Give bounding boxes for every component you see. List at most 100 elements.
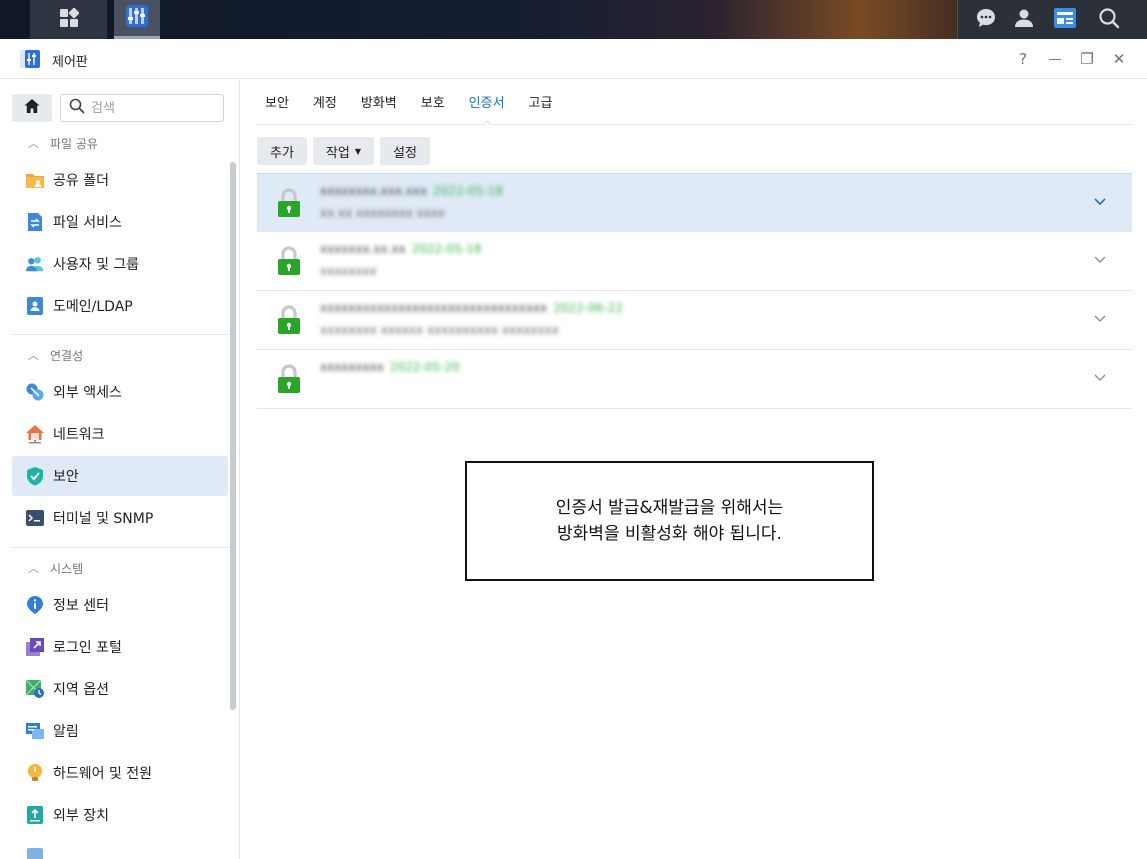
section-divider xyxy=(12,547,228,548)
sidebar-item-terminal-snmp[interactable]: 터미널 및 SNMP xyxy=(12,498,228,538)
sidebar-item-login-portal[interactable]: 로그인 포털 xyxy=(12,627,228,667)
section-header-system[interactable]: ︿ 시스템 xyxy=(12,551,228,585)
tab-security[interactable]: 보안 xyxy=(257,79,297,124)
certificate-name-text: xxxxxxxx.xxx.xxx xyxy=(320,184,428,198)
control-panel-app-icon xyxy=(124,3,150,33)
lock-icon xyxy=(277,188,301,222)
sidebar-item-external-access[interactable]: 외부 액세스 xyxy=(12,372,228,412)
sidebar-item-label: 하드웨어 및 전원 xyxy=(53,766,153,782)
sidebar-item-security[interactable]: 보안 xyxy=(12,456,228,496)
sidebar-item-label: 공유 폴더 xyxy=(53,173,109,189)
tab-certificate[interactable]: 인증서 xyxy=(461,79,513,126)
sidebar-item-label: 지역 옵션 xyxy=(53,682,109,698)
tab-account[interactable]: 계정 xyxy=(305,79,345,124)
user-button[interactable] xyxy=(1009,0,1039,39)
section-divider xyxy=(12,334,228,335)
taskbar-separator xyxy=(957,0,958,39)
sidebar-item-label: 도메인/LDAP xyxy=(53,299,133,315)
sidebar-item-shared-folder[interactable]: 공유 폴더 xyxy=(12,160,228,200)
chevron-down-icon[interactable] xyxy=(1092,370,1108,386)
help-button[interactable]: ? xyxy=(1013,49,1033,69)
notice-line-2: 방화벽을 비활성화 해야 됩니다. xyxy=(557,524,782,544)
security-shield-icon xyxy=(25,466,45,486)
home-icon xyxy=(23,97,41,119)
widgets-icon xyxy=(1053,7,1077,33)
tab-advanced[interactable]: 고급 xyxy=(521,79,561,124)
tab-protection[interactable]: 보호 xyxy=(413,79,453,124)
sidebar-item-domain-ldap[interactable]: 도메인/LDAP xyxy=(12,286,228,326)
chevron-up-icon: ︿ xyxy=(28,562,39,575)
main-menu-button[interactable] xyxy=(31,0,107,39)
sidebar-item-label: 외부 액세스 xyxy=(53,385,122,401)
sidebar-item-notification[interactable]: 알림 xyxy=(12,711,228,751)
section-header-connectivity[interactable]: ︿ 연결성 xyxy=(12,338,228,372)
taskbar-control-panel-button[interactable] xyxy=(114,0,160,39)
close-icon: ✕ xyxy=(1112,50,1126,68)
certificate-expiry: 2022-06-22 xyxy=(553,301,623,315)
search-icon xyxy=(69,98,85,118)
home-button[interactable] xyxy=(12,94,52,122)
certificate-description: xxxxxxxx xxxxxx xxxxxxxxxx xxxxxxxx xyxy=(320,323,559,337)
section-title: 파일 공유 xyxy=(50,136,98,151)
tab-bar: 보안 계정 방화벽 보호 인증서 고급 xyxy=(257,79,1132,126)
login-portal-icon xyxy=(25,637,45,657)
file-services-icon xyxy=(25,212,45,232)
taskbar-tray xyxy=(957,0,1147,39)
network-icon xyxy=(25,424,45,444)
info-center-icon xyxy=(25,595,45,615)
search-input[interactable] xyxy=(91,100,211,116)
domain-ldap-icon xyxy=(25,296,45,316)
section-title: 시스템 xyxy=(50,561,84,576)
settings-button[interactable]: 설정 xyxy=(380,137,430,165)
certificate-name: xxxxxxxx.xxx.xxx 2022-05-18 xyxy=(320,184,503,198)
chat-icon xyxy=(975,7,997,33)
certificate-row[interactable]: xxxxxxxx.xxx.xxx 2022-05-18 xx xx xxxxxxx… xyxy=(257,173,1132,232)
certificate-name: xxxxxxxxx 2022-05-20 xyxy=(320,360,460,374)
sidebar-item-external-devices[interactable]: 외부 장치 xyxy=(12,795,228,835)
action-dropdown-button[interactable]: 작업 ▼ xyxy=(312,137,374,165)
certificate-row[interactable]: xxxxxxx.xx.xx 2022-05-18 xxxxxxxx xyxy=(257,232,1132,291)
certificate-row[interactable]: xxxxxxxxxxxxxxxxxxxxxxxxxxxxxxxx 2022-06-… xyxy=(257,291,1132,350)
minimize-button[interactable]: — xyxy=(1045,49,1065,69)
taskbar xyxy=(0,0,1147,39)
sidebar-item-network[interactable]: 네트워크 xyxy=(12,414,228,454)
tab-firewall[interactable]: 방화벽 xyxy=(353,79,405,124)
toolbar: 추가 작업 ▼ 설정 xyxy=(257,137,436,165)
sidebar-search[interactable] xyxy=(60,94,224,122)
notification-icon xyxy=(25,721,45,741)
add-button[interactable]: 추가 xyxy=(257,137,307,165)
chat-button[interactable] xyxy=(971,0,1001,39)
shared-folder-icon xyxy=(25,170,45,190)
chevron-down-icon[interactable] xyxy=(1092,252,1108,268)
sidebar-item-info-center[interactable]: 정보 센터 xyxy=(12,585,228,625)
sidebar-item-label: 사용자 및 그룹 xyxy=(53,257,140,273)
sidebar-item-label: 정보 센터 xyxy=(53,598,109,614)
sidebar-item-users-groups[interactable]: 사용자 및 그룹 xyxy=(12,244,228,284)
window-titlebar[interactable]: 제어판 ? — ❐ ✕ xyxy=(0,39,1147,79)
external-access-icon xyxy=(25,382,45,402)
sidebar-item-hardware-power[interactable]: 하드웨어 및 전원 xyxy=(12,753,228,793)
certificate-row[interactable]: xxxxxxxxx 2022-05-20 xyxy=(257,350,1132,409)
sidebar-scrollbar[interactable] xyxy=(230,162,236,710)
user-icon xyxy=(1013,7,1035,33)
sidebar-item-file-services[interactable]: 파일 서비스 xyxy=(12,202,228,242)
minimize-icon: — xyxy=(1048,51,1062,67)
restore-button[interactable]: ❐ xyxy=(1077,49,1097,69)
sidebar-item-label: 외부 장치 xyxy=(53,808,109,824)
sidebar-item-regional-options[interactable]: 지역 옵션 xyxy=(12,669,228,709)
action-label: 작업 xyxy=(325,145,350,161)
chevron-down-icon[interactable] xyxy=(1092,311,1108,327)
notice-line-1: 인증서 발급&재발급을 위해서는 xyxy=(555,498,784,518)
section-header-file-sharing[interactable]: ︿ 파일 공유 xyxy=(12,126,228,160)
chevron-down-icon[interactable] xyxy=(1092,194,1108,210)
sidebar-item-partial[interactable] xyxy=(12,837,228,859)
certificate-name-text: xxxxxxxxxxxxxxxxxxxxxxxxxxxxxxxx xyxy=(320,301,548,315)
global-search-button[interactable] xyxy=(1091,0,1127,39)
sidebar-item-label: 네트워크 xyxy=(53,427,105,443)
certificate-name-text: xxxxxxxxx xyxy=(320,360,384,374)
widgets-button[interactable] xyxy=(1047,0,1083,39)
section-title: 연결성 xyxy=(50,348,84,363)
certificate-name: xxxxxxx.xx.xx 2022-05-18 xyxy=(320,242,482,256)
close-button[interactable]: ✕ xyxy=(1109,49,1129,69)
chevron-up-icon: ︿ xyxy=(28,349,39,362)
